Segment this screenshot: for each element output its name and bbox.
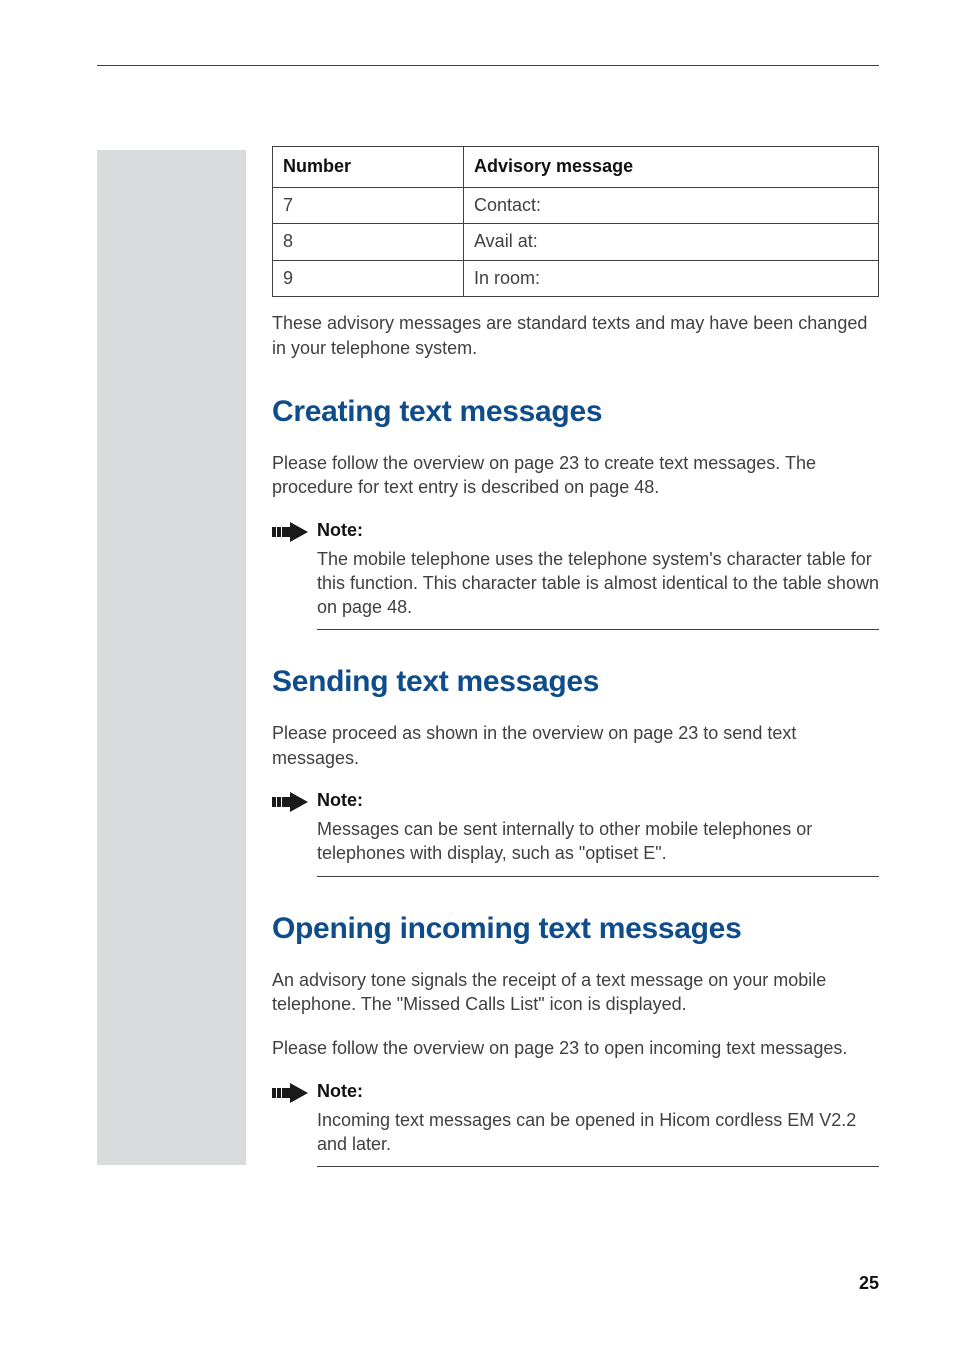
page-number: 25 [859, 1273, 879, 1294]
sidebar-shade [97, 150, 246, 1165]
main-content: Number Advisory message 7 Contact: 8 Ava… [272, 146, 879, 1167]
note-title: Note: [317, 1081, 879, 1102]
note-arrow-icon [272, 1083, 308, 1103]
note-rule [317, 1166, 879, 1167]
cell-message: Avail at: [464, 224, 879, 261]
note-opening: Note: Incoming text messages can be open… [272, 1081, 879, 1168]
note-body: Incoming text messages can be opened in … [317, 1108, 879, 1157]
table-row: 9 In room: [273, 260, 879, 297]
heading-creating: Creating text messages [272, 395, 879, 429]
heading-sending: Sending text messages [272, 665, 879, 699]
cell-message: In room: [464, 260, 879, 297]
note-title: Note: [317, 520, 879, 541]
table-row: 7 Contact: [273, 187, 879, 224]
note-arrow-icon [272, 522, 308, 542]
opening-body-1: An advisory tone signals the receipt of … [272, 968, 879, 1017]
note-arrow-icon [272, 792, 308, 812]
col-header-number: Number [273, 147, 464, 188]
note-rule [317, 629, 879, 630]
heading-opening: Opening incoming text messages [272, 912, 879, 946]
cell-message: Contact: [464, 187, 879, 224]
table-row: 8 Avail at: [273, 224, 879, 261]
opening-body-2: Please follow the overview on page 23 to… [272, 1036, 879, 1060]
note-rule [317, 876, 879, 877]
creating-body: Please follow the overview on page 23 to… [272, 451, 879, 500]
advisory-table: Number Advisory message 7 Contact: 8 Ava… [272, 146, 879, 297]
table-caption: These advisory messages are standard tex… [272, 311, 879, 360]
note-sending: Note: Messages can be sent internally to… [272, 790, 879, 877]
cell-number: 8 [273, 224, 464, 261]
cell-number: 9 [273, 260, 464, 297]
note-creating: Note: The mobile telephone uses the tele… [272, 520, 879, 631]
sending-body: Please proceed as shown in the overview … [272, 721, 879, 770]
cell-number: 7 [273, 187, 464, 224]
note-title: Note: [317, 790, 879, 811]
table-header-row: Number Advisory message [273, 147, 879, 188]
note-body: Messages can be sent internally to other… [317, 817, 879, 866]
top-rule [97, 65, 879, 66]
note-body: The mobile telephone uses the telephone … [317, 547, 879, 620]
col-header-message: Advisory message [464, 147, 879, 188]
